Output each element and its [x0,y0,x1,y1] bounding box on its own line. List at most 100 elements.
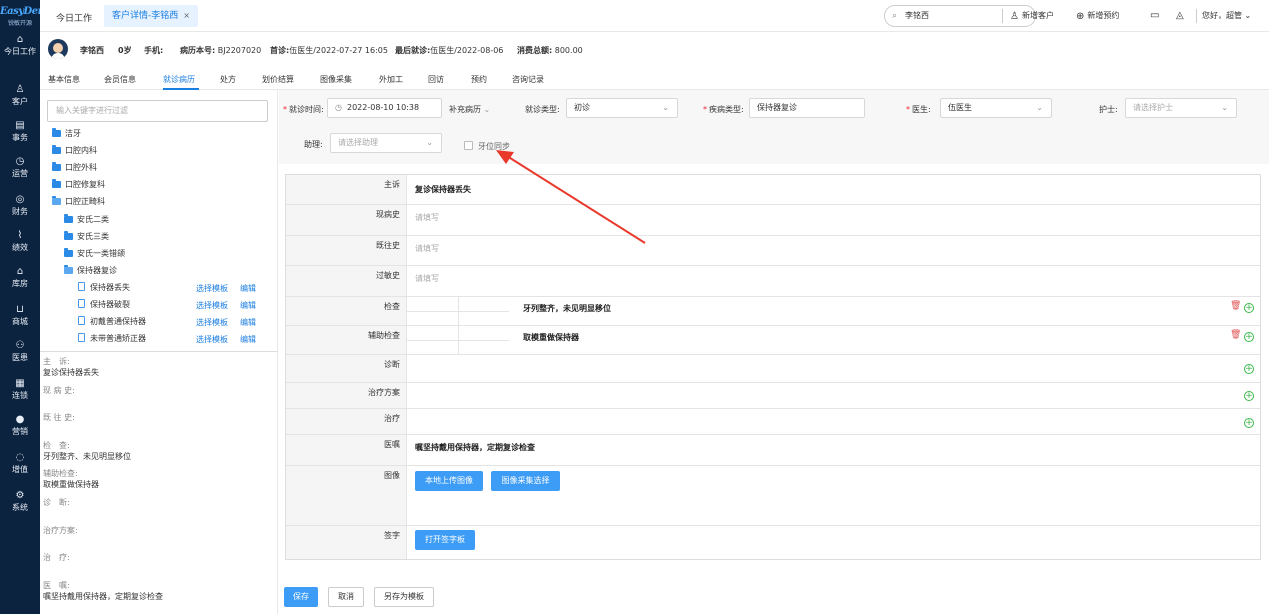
trash-icon[interactable]: 🗑 [1230,330,1241,340]
edit-template-link[interactable]: 编辑 [240,301,256,310]
template-item[interactable]: 未带普通矫正器 [78,332,146,346]
assistant-placeholder: 请选择助理 [338,138,378,147]
aux-exam-field[interactable]: 取模重做保持器 [523,332,579,343]
close-icon[interactable]: × [183,11,190,20]
allergy-history-field[interactable]: 请填写 [415,273,439,284]
select-template-link[interactable]: 选择模板 [196,318,228,327]
nav-item-task[interactable]: ▤ 事务 [0,120,40,150]
nav-item-system[interactable]: ⚙ 系统 [0,490,40,520]
save-as-template-button[interactable]: 另存为模板 [374,587,434,607]
chevron-down-icon: ⌄ [483,105,491,114]
tree-item[interactable]: 安氏二类 [64,213,109,227]
disease-type-input[interactable]: 保持器复诊 [749,98,865,118]
tab-image-capture[interactable]: 图像采集 [320,74,352,85]
new-customer-button[interactable]: ♙ 新增客户 [1010,10,1054,22]
plus-icon[interactable]: + [1244,303,1254,313]
tab-prescription[interactable]: 处方 [220,74,236,85]
template-item[interactable]: 保持器破裂 [78,298,130,312]
visit-time-picker[interactable]: ◷ 2022-08-10 10:38 [327,98,442,118]
tree-item[interactable]: 保持器复诊 [64,264,117,278]
user-menu[interactable]: 您好，超管 ⌄ [1202,10,1251,21]
tab-customer-detail[interactable]: 客户详情-李铭西 × [104,5,198,27]
tab-member-info[interactable]: 会员信息 [104,74,136,85]
brand-sub: 锐敏开源 [7,20,32,27]
assistant-select[interactable]: 请选择助理 ⌄ [330,133,442,153]
nav-item-customer[interactable]: ♙ 客户 [0,84,40,114]
nav-item-ops[interactable]: ◷ 运营 [0,156,40,186]
select-template-link[interactable]: 选择模板 [196,301,228,310]
exam-field[interactable]: 牙列整齐，未见明显移位 [523,303,611,314]
advice-field[interactable]: 嘱坚持戴用保持器，定期复诊检查 [415,442,535,453]
nurse-select[interactable]: 请选择护士 ⌄ [1125,98,1237,118]
record-row-plan: 治疗方案 + [286,383,1260,409]
summary-present-label: 现 病 史: [43,386,75,395]
edit-template-link[interactable]: 编辑 [240,318,256,327]
chevron-down-icon: ⌄ [1221,103,1228,112]
plus-icon[interactable]: + [1244,391,1254,401]
upload-local-image-button[interactable]: 本地上传图像 [415,471,483,491]
nav-item-warehouse[interactable]: ⌂ 库房 [0,266,40,296]
tab-consult-records[interactable]: 咨询记录 [512,74,544,85]
cancel-button[interactable]: 取消 [328,587,364,607]
visit-type-select[interactable]: 初诊 ⌄ [566,98,678,118]
top-bar: 今日工作 客户详情-李铭西 × ⌕ 李铭西 ♙ 新增客户 ⊕ 新增预约 ▭ ◬ 您好，… [40,0,1269,32]
tree-item[interactable]: 洁牙 [52,127,81,141]
folder-icon [64,214,73,223]
present-illness-field[interactable]: 请填写 [415,212,439,223]
tab-today[interactable]: 今日工作 [56,11,92,24]
tree-item[interactable]: 口腔内科 [52,144,97,158]
tab-follow-up[interactable]: 回访 [428,74,444,85]
nav-item-performance[interactable]: ⌇ 绩效 [0,230,40,260]
detail-tabs: 基本信息 会员信息 就诊病历 处方 划价结算 图像采集 外加工 回访 预约 咨询… [40,66,1269,90]
tree-item[interactable]: 口腔正畸科 [52,195,105,209]
select-captured-image-button[interactable]: 图像采集选择 [491,471,560,491]
supplement-record-select[interactable]: 补充病历 ⌄ [449,104,490,115]
past-history-field[interactable]: 请填写 [415,243,439,254]
nav-item-mall[interactable]: ⊔ 商城 [0,304,40,334]
folder-icon [64,248,73,257]
select-template-link[interactable]: 选择模板 [196,284,228,293]
summary-chief-label: 主 诉: [43,357,70,366]
tooth-sync-checkbox[interactable] [464,141,473,150]
doctor-select[interactable]: 伍医生 ⌄ [940,98,1052,118]
nav-item-marketing[interactable]: ● 营销 [0,414,40,444]
trash-icon[interactable]: 🗑 [1230,301,1241,311]
tab-basic-info[interactable]: 基本信息 [48,74,80,85]
tree-label: 安氏三类 [77,232,109,241]
tree-item[interactable]: 安氏一类错颌 [64,247,125,261]
record-row-advice: 医嘱 嘱坚持戴用保持器，定期复诊检查 [286,435,1260,466]
tab-medical-record[interactable]: 就诊病历 [163,74,195,85]
save-button[interactable]: 保存 [284,587,318,607]
open-signature-pad-button[interactable]: 打开签字板 [415,530,475,550]
template-filter-input[interactable]: 输入关键字进行过滤 [47,100,268,122]
template-item[interactable]: 保持器丢失 [78,281,130,295]
new-customer-label: 新增客户 [1021,11,1054,20]
message-icon[interactable]: ▭ [1150,10,1162,21]
select-template-link[interactable]: 选择模板 [196,335,228,344]
nav-item-doctor-patient[interactable]: ⚇ 医患 [0,340,40,370]
nav-item-value[interactable]: ◌ 增值 [0,452,40,482]
record-row-allergy: 过敏史 请填写 [286,266,1260,297]
tab-external-processing[interactable]: 外加工 [379,74,403,85]
tree-item[interactable]: 安氏三类 [64,230,109,244]
template-item[interactable]: 初戴普通保持器 [78,315,146,329]
tree-item[interactable]: 口腔外科 [52,161,97,175]
nav-item-finance[interactable]: ◎ 财务 [0,194,40,224]
tree-item[interactable]: 口腔修复科 [52,178,105,192]
plus-icon[interactable]: + [1244,364,1254,374]
brand-logo[interactable]: EasyDent 锐敏开源 [0,6,49,27]
nav-label: 运营 [12,169,28,178]
chief-complaint-field[interactable]: 复诊保持器丢失 [415,184,471,195]
clock-icon: ◷ [15,156,25,167]
edit-template-link[interactable]: 编辑 [240,284,256,293]
row-label: 医嘱 [286,435,407,465]
new-appointment-button[interactable]: ⊕ 新增预约 [1076,10,1119,22]
plus-icon[interactable]: + [1244,332,1254,342]
tab-appointment[interactable]: 预约 [471,74,487,85]
nav-item-today[interactable]: ⌂ 今日工作 [0,34,40,64]
bell-icon[interactable]: ◬ [1176,10,1187,21]
nav-item-chain[interactable]: ▦ 连锁 [0,378,40,408]
edit-template-link[interactable]: 编辑 [240,335,256,344]
tab-billing[interactable]: 划价结算 [262,74,294,85]
plus-icon[interactable]: + [1244,418,1254,428]
